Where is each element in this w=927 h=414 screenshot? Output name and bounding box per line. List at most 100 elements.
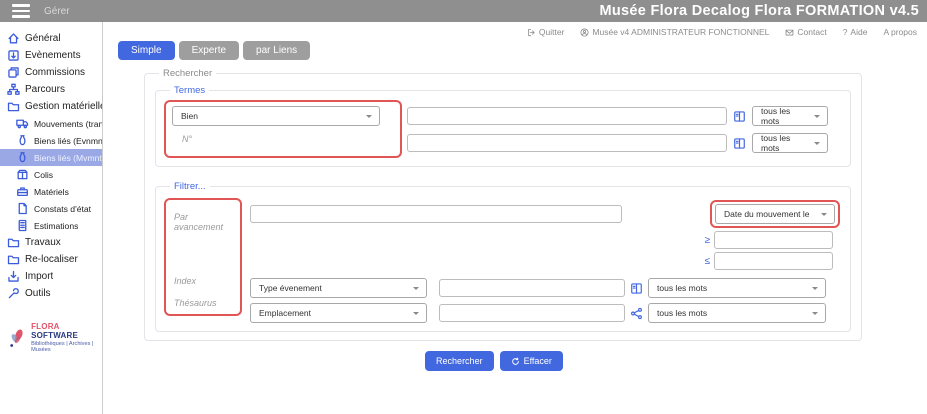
sidebar-item-label: Estimations (34, 220, 79, 231)
sidebar-item-travaux[interactable]: Travaux (0, 234, 102, 251)
par-avancement-input[interactable] (250, 205, 622, 223)
tab-simple[interactable]: Simple (118, 41, 175, 60)
termes-row1-input[interactable] (407, 107, 727, 125)
termes-row1-match-select[interactable]: tous les mots (752, 106, 828, 126)
rechercher-legend: Rechercher (163, 68, 213, 79)
par-avancement-label: Par avancement (174, 212, 224, 232)
menu-label[interactable]: Gérer (44, 6, 70, 17)
sidebar-item-general[interactable]: Général (0, 30, 102, 47)
termes-fieldset: Termes Bien N° tous les mots tous les mo… (155, 85, 851, 167)
logout-icon (528, 28, 535, 36)
thesaurus-match-select[interactable]: tous les mots (648, 303, 826, 323)
search-mode-tabs: Simple Experte par Liens (118, 41, 927, 60)
sidebar-item-label: Re-localiser (25, 254, 78, 265)
user-account-link[interactable]: Musée v4 ADMINISTRATEUR FONCTIONNEL (580, 27, 769, 37)
filtrer-legend: Filtrer... (174, 181, 206, 192)
sidebar-item-label: Colis (34, 169, 54, 180)
lte-symbol: ≤ (704, 255, 711, 267)
thesaurus-field-select[interactable]: Emplacement (250, 303, 427, 323)
annotation-rectangle: Bien N° (164, 100, 402, 158)
top-bar: Gérer Musée Flora Decalog Flora FORMATIO… (0, 0, 927, 22)
a-propos-link[interactable]: A propos (883, 27, 917, 37)
sidebar-item-label: Constats d'état (34, 203, 92, 214)
termes-field-select[interactable]: Bien (172, 106, 380, 126)
sidebar-item-label: Matériels (34, 186, 69, 197)
sidebar-item-mouvements[interactable]: Mouvements (transp... (0, 115, 102, 132)
date-field-select[interactable]: Date du mouvement le (715, 204, 835, 224)
sidebar-item-label: Général (25, 33, 61, 44)
effacer-button[interactable]: Effacer (499, 351, 563, 371)
sidebar: Général Evènements Commissions Parcours … (0, 22, 103, 414)
rechercher-button[interactable]: Rechercher (425, 351, 494, 371)
sidebar-item-parcours[interactable]: Parcours (0, 81, 102, 98)
sidebar-item-label: Mouvements (transp... (34, 118, 102, 129)
question-icon: ? (842, 27, 848, 37)
annotation-rectangle: Date du mouvement le (710, 200, 840, 228)
header-links: Quitter Musée v4 ADMINISTRATEUR FONCTION… (104, 22, 927, 37)
tab-experte[interactable]: Experte (178, 41, 240, 60)
sidebar-item-label: Parcours (25, 84, 66, 95)
envelope-icon (786, 29, 794, 35)
brand-name: FLORA SOFTWARE (31, 322, 79, 340)
flora-software-logo: FLORA SOFTWARE Bibliothèques | Archives … (6, 322, 102, 353)
sitemap-icon (7, 83, 20, 96)
sidebar-item-gestion-materielle[interactable]: Gestion matérielle (0, 98, 102, 115)
rechercher-fieldset: Rechercher Termes Bien N° tous les mots … (144, 68, 862, 341)
index-book-icon[interactable] (630, 282, 643, 295)
folder-icon (7, 100, 20, 113)
sidebar-item-constats-detat[interactable]: Constats d'état (0, 200, 102, 217)
sidebar-item-label: Travaux (25, 237, 61, 248)
refresh-icon (511, 357, 519, 365)
sidebar-item-commissions[interactable]: Commissions (0, 64, 102, 81)
wrench-icon (7, 287, 20, 300)
tab-par-liens[interactable]: par Liens (243, 41, 311, 60)
vase-icon (16, 134, 29, 147)
thesaurus-value-input[interactable] (439, 304, 625, 322)
windows-icon (7, 66, 20, 79)
filtrer-fieldset: Filtrer... Par avancement Index Thésauru… (155, 181, 851, 332)
import-icon (7, 270, 20, 283)
sidebar-item-estimations[interactable]: Estimations (0, 217, 102, 234)
sidebar-item-label: Import (25, 271, 54, 282)
termes-row2-input[interactable] (407, 134, 727, 152)
document-icon (16, 202, 29, 215)
sidebar-item-biens-lies-evnmnt[interactable]: Biens liés (Evnmnt) (0, 132, 102, 149)
termes-row2-match-select[interactable]: tous les mots (752, 133, 828, 153)
sidebar-item-label: Biens liés (Mvmnt) (34, 152, 102, 163)
index-field-select[interactable]: Type évenement (250, 278, 427, 298)
numero-label: N° (182, 134, 193, 144)
sidebar-item-import[interactable]: Import (0, 268, 102, 285)
sidebar-item-label: Outils (25, 288, 51, 299)
brand-tagline: Bibliothèques | Archives | Musées (31, 341, 94, 353)
sidebar-item-outils[interactable]: Outils (0, 285, 102, 302)
date-gte-input[interactable] (714, 231, 833, 249)
sidebar-item-label: Biens liés (Evnmnt) (34, 135, 102, 146)
sidebar-item-label: Commissions (25, 67, 86, 78)
butterfly-icon (10, 329, 23, 347)
contact-link[interactable]: Contact (785, 27, 827, 37)
index-book-icon[interactable] (733, 137, 746, 150)
sidebar-item-label: Gestion matérielle (25, 101, 102, 112)
sidebar-item-materiels[interactable]: Matériels (0, 183, 102, 200)
hamburger-menu-icon[interactable] (12, 4, 30, 18)
folder-icon (7, 253, 20, 266)
thesaurus-label: Thésaurus (174, 298, 217, 308)
index-book-icon[interactable] (733, 110, 746, 123)
sidebar-item-biens-lies-mvmnt[interactable]: Biens liés (Mvmnt) (0, 149, 102, 166)
date-lte-input[interactable] (714, 252, 833, 270)
index-match-select[interactable]: tous les mots (648, 278, 826, 298)
toolbox-icon (16, 185, 29, 198)
sidebar-item-colis[interactable]: Colis (0, 166, 102, 183)
app-title: Musée Flora Decalog Flora FORMATION v4.5 (599, 3, 919, 19)
termes-field-select-value: Bien (181, 111, 199, 121)
hierarchy-share-icon[interactable] (630, 307, 643, 320)
main-content: Quitter Musée v4 ADMINISTRATEUR FONCTION… (104, 22, 927, 414)
sidebar-item-re-localiser[interactable]: Re-localiser (0, 251, 102, 268)
index-value-input[interactable] (439, 279, 625, 297)
sidebar-item-label: Evènements (25, 50, 81, 61)
index-label: Index (174, 276, 197, 286)
annotation-rectangle: Par avancement Index Thésaurus (164, 198, 242, 316)
aide-link[interactable]: ? Aide (843, 27, 868, 37)
quitter-link[interactable]: Quitter (527, 27, 564, 37)
sidebar-item-evenements[interactable]: Evènements (0, 47, 102, 64)
